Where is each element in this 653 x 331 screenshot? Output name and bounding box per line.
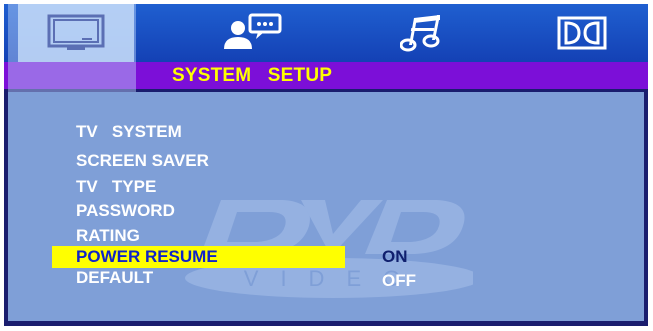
tab-language[interactable] [194,4,310,62]
language-icon [220,13,284,53]
menu-item-screen-saver[interactable]: SCREEN SAVER [76,150,209,172]
menu-item-default[interactable]: DEFAULT [76,267,153,289]
active-tab-highlight [8,4,136,95]
menu-item-rating[interactable]: RATING [76,225,140,247]
option-off[interactable]: OFF [382,270,416,292]
audio-icon [400,13,450,53]
menu-item-tv-type[interactable]: TV TYPE [76,176,156,198]
tab-audio[interactable] [367,4,483,62]
section-title: SYSTEM SETUP [172,65,333,86]
menu-item-power-resume[interactable]: POWER RESUME [52,246,345,268]
menu-item-tv-system[interactable]: TV SYSTEM [76,121,182,143]
option-on[interactable]: ON [382,246,408,268]
menu-item-password[interactable]: PASSWORD [76,200,175,222]
setup-menu-window: SYSTEM SETUP VIDEO TV SYSTEM SCREEN SAVE… [4,4,648,326]
tab-dolby[interactable] [524,4,640,62]
dolby-icon [557,16,607,50]
